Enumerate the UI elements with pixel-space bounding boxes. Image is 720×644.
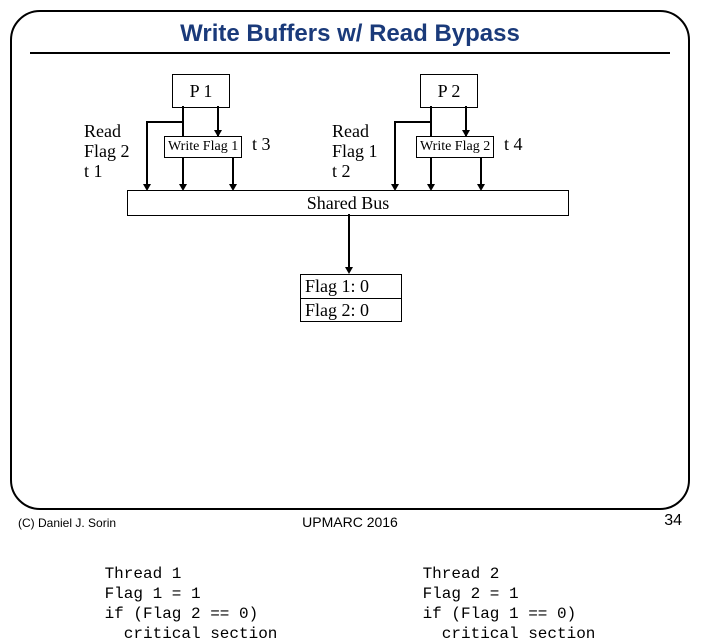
shared-bus: Shared Bus <box>127 190 569 216</box>
arrow <box>395 121 431 123</box>
arrow <box>348 214 350 269</box>
arrow <box>430 157 432 187</box>
p2-read-label: Read Flag 1 t 2 <box>332 122 378 181</box>
flags-box: Flag 1: 0 Flag 2: 0 <box>300 274 402 322</box>
flag2-value: Flag 2: 0 <box>305 299 397 322</box>
diagram-area: P 1 P 2 Read Flag 2 t 1 Read Flag 1 t 2 … <box>12 54 688 334</box>
arrow-head <box>345 267 353 274</box>
arrow <box>232 157 234 187</box>
p1-writebuf: Write Flag 1 <box>164 136 242 158</box>
processor2-box: P 2 <box>420 74 478 108</box>
code-section: Thread 1 Flag 1 = 1 if (Flag 2 == 0) cri… <box>32 564 668 644</box>
arrow <box>146 121 148 187</box>
slide-frame: Write Buffers w/ Read Bypass P 1 P 2 Rea… <box>10 10 690 510</box>
p2-writebuf: Write Flag 2 <box>416 136 494 158</box>
thread2-code: Thread 2 Flag 2 = 1 if (Flag 1 == 0) cri… <box>423 564 596 644</box>
arrow-head <box>462 130 470 137</box>
arrow <box>480 157 482 187</box>
venue: UPMARC 2016 <box>12 514 688 530</box>
p1-read-label: Read Flag 2 t 1 <box>84 122 130 181</box>
slide-title: Write Buffers w/ Read Bypass <box>12 20 688 48</box>
p2-t: t 4 <box>504 134 523 155</box>
flag1-value: Flag 1: 0 <box>305 275 397 298</box>
p1-t: t 3 <box>252 134 271 155</box>
arrow <box>394 121 396 187</box>
thread1-code: Thread 1 Flag 1 = 1 if (Flag 2 == 0) cri… <box>105 564 278 644</box>
arrow-head <box>214 130 222 137</box>
processor1-box: P 1 <box>172 74 230 108</box>
arrow <box>147 121 183 123</box>
page-number: 34 <box>664 512 682 530</box>
arrow <box>182 157 184 187</box>
